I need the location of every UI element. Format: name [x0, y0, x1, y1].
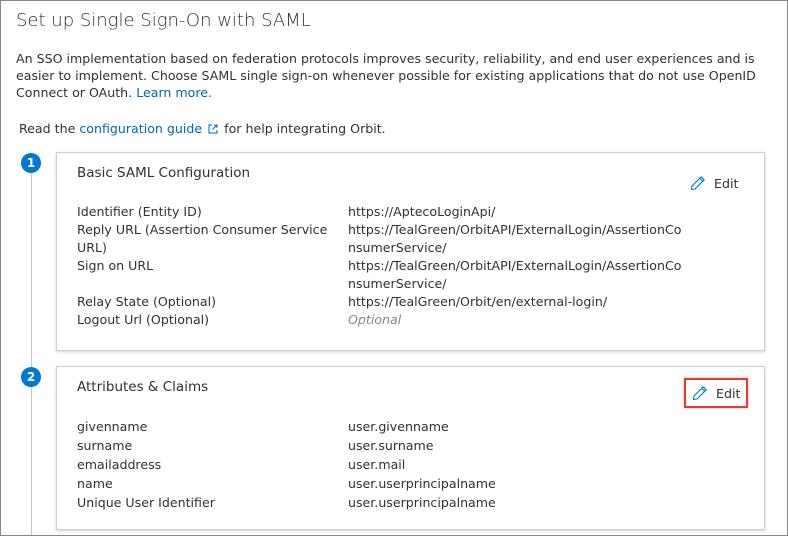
card-title: Attributes & Claims	[77, 379, 209, 395]
field-row: Identifier (Entity ID) https://AptecoLog…	[77, 203, 717, 221]
claims-fields: givenname user.givenname surname user.su…	[77, 417, 717, 512]
field-value: https://TealGreen/OrbitAPI/ExternalLogin…	[348, 222, 682, 255]
claim-key: name	[77, 476, 113, 491]
field-key: Logout Url (Optional)	[77, 312, 210, 327]
claim-row: name user.userprincipalname	[77, 474, 717, 493]
edit-label: Edit	[714, 175, 739, 191]
field-row: Logout Url (Optional) Optional	[77, 311, 717, 329]
pencil-icon	[690, 176, 705, 191]
step-timeline	[31, 171, 32, 535]
claim-row: Unique User Identifier user.userprincipa…	[77, 493, 717, 512]
claim-row: emailaddress user.mail	[77, 455, 717, 474]
basic-saml-fields: Identifier (Entity ID) https://AptecoLog…	[77, 203, 717, 329]
attributes-claims-card: Attributes & Claims Edit givenname user.…	[56, 366, 765, 530]
read-suffix: for help integrating Orbit.	[224, 121, 386, 136]
claim-key: Unique User Identifier	[77, 495, 215, 510]
claim-value: user.mail	[348, 457, 406, 472]
claim-key: surname	[77, 438, 133, 453]
edit-label: Edit	[716, 385, 741, 401]
field-value: https://TealGreen/OrbitAPI/ExternalLogin…	[348, 258, 682, 291]
claim-value: user.userprincipalname	[348, 495, 496, 510]
basic-saml-configuration-card: Basic SAML Configuration Edit Identifier…	[56, 152, 765, 351]
field-row: Relay State (Optional) https://TealGreen…	[77, 293, 717, 311]
claim-row: givenname user.givenname	[77, 417, 717, 436]
configuration-guide-link[interactable]: configuration guide	[79, 121, 202, 136]
field-value: https://AptecoLoginApi/	[348, 204, 496, 219]
field-value: https://TealGreen/Orbit/en/external-logi…	[348, 294, 608, 309]
sso-setup-panel: Set up Single Sign-On with SAML An SSO i…	[0, 0, 788, 536]
intro-paragraph: An SSO implementation based on federatio…	[16, 50, 784, 101]
read-prefix: Read the	[19, 121, 76, 136]
card-title: Basic SAML Configuration	[77, 165, 251, 181]
field-row: Sign on URL https://TealGreen/OrbitAPI/E…	[77, 257, 717, 293]
field-key: Identifier (Entity ID)	[77, 204, 202, 219]
claim-value: user.surname	[348, 438, 434, 453]
field-key: Reply URL (Assertion Consumer Service UR…	[77, 222, 328, 255]
claim-value: user.userprincipalname	[348, 476, 496, 491]
claim-value: user.givenname	[348, 419, 449, 434]
field-value-placeholder: Optional	[348, 312, 402, 327]
field-key: Sign on URL	[77, 258, 154, 273]
pencil-icon	[692, 386, 707, 401]
step-1-badge: 1	[21, 153, 41, 173]
field-row: Reply URL (Assertion Consumer Service UR…	[77, 221, 717, 257]
claim-key: givenname	[77, 419, 148, 434]
claim-row: surname user.surname	[77, 436, 717, 455]
field-key: Relay State (Optional)	[77, 294, 217, 309]
claim-key: emailaddress	[77, 457, 162, 472]
config-guide-line: Read the configuration guide for help in…	[19, 121, 386, 136]
learn-more-link[interactable]: Learn more.	[136, 85, 212, 100]
step-2-badge: 2	[21, 367, 41, 387]
page-title: Set up Single Sign-On with SAML	[16, 10, 311, 31]
attributes-claims-edit-button[interactable]: Edit	[684, 378, 749, 408]
basic-saml-edit-button[interactable]: Edit	[686, 172, 742, 194]
external-link-icon[interactable]	[208, 124, 218, 134]
intro-text: An SSO implementation based on federatio…	[16, 51, 756, 100]
